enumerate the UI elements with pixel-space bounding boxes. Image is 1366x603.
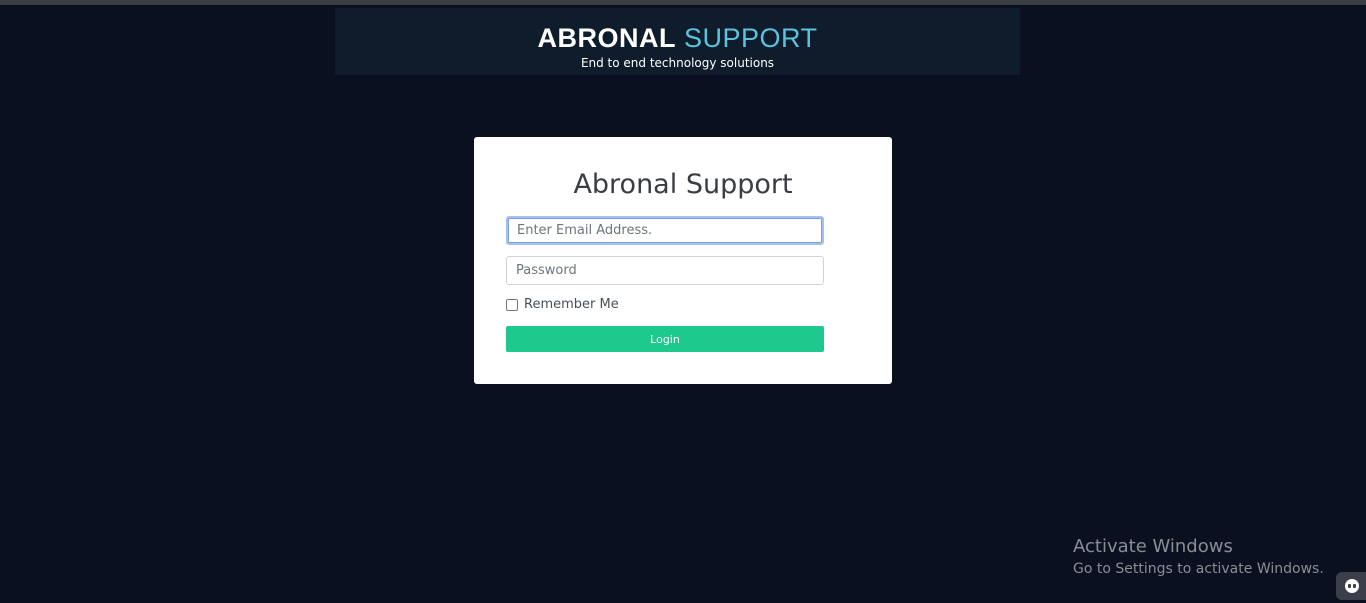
remember-me-label: Remember Me [524,297,619,312]
chat-bot-icon [1345,579,1359,593]
remember-me[interactable]: Remember Me [506,297,619,312]
email-field[interactable] [506,216,824,245]
watermark-subtitle: Go to Settings to activate Windows. [1073,561,1324,577]
windows-activation-watermark: Activate Windows Go to Settings to activ… [1073,536,1324,580]
logo-word-support: SUPPORT [683,23,818,53]
site-tagline: End to end technology solutions [580,56,775,70]
login-title: Abronal Support [573,169,793,200]
password-field[interactable] [506,256,824,285]
login-button[interactable]: Login [506,326,824,352]
chat-widget-button[interactable] [1336,572,1366,600]
login-card: Abronal Support Remember Me Login [474,137,892,384]
browser-top-strip [0,0,1366,5]
site-logo[interactable]: ABRONAL SUPPORT [335,22,1020,54]
site-banner: ABRONAL SUPPORT End to end technology so… [335,8,1020,75]
remember-me-checkbox[interactable] [506,298,518,311]
logo-word-abronal: ABRONAL [537,23,676,53]
watermark-title: Activate Windows [1073,536,1233,557]
